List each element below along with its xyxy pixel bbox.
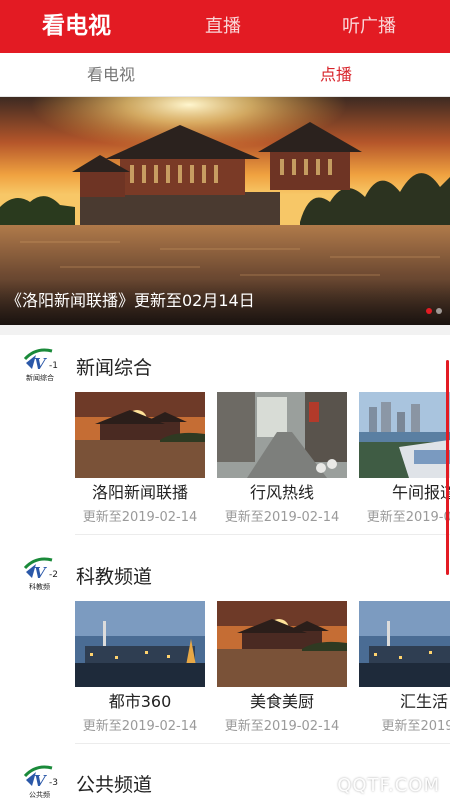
- top-tab-bar: 看电视 直播 听广播: [0, 0, 450, 53]
- tv1-logo-icon: V -1 新闻综合: [23, 348, 58, 382]
- program-date: 更新至2019-02-14: [82, 719, 198, 734]
- sub-tab-bar: 看电视 点播: [0, 53, 450, 97]
- svg-text:V: V: [34, 772, 47, 790]
- program-card[interactable]: 洛阳新闻联播 更新至2019-02-14: [75, 392, 205, 525]
- svg-text:-2: -2: [49, 570, 58, 580]
- program-thumbnail: [75, 392, 205, 478]
- tab-live[interactable]: 直播: [205, 0, 241, 53]
- watermark: QQTF.COM: [337, 775, 440, 796]
- svg-text:公共频: 公共频: [29, 790, 50, 799]
- program-title: 午间报道: [391, 483, 450, 502]
- program-title: 行风热线: [249, 483, 314, 502]
- program-list: 洛阳新闻联播 更新至2019-02-14 行风热线 更新至2019-02-14: [75, 392, 450, 532]
- program-date: 更新至2019-02-14: [366, 510, 450, 525]
- banner-caption: 《洛阳新闻联播》更新至02月14日: [6, 291, 255, 310]
- program-card[interactable]: 都市360 更新至2019-02-14: [75, 601, 205, 734]
- program-thumbnail: [217, 392, 347, 478]
- program-card[interactable]: 行风热线 更新至2019-02-14: [217, 392, 347, 525]
- svg-text:V: V: [34, 564, 47, 582]
- section-divider: [75, 534, 450, 535]
- channel-name: 科教频道: [76, 566, 153, 588]
- program-title: 洛阳新闻联播: [91, 483, 188, 502]
- section-divider: [75, 743, 450, 744]
- carousel-dot: [436, 308, 442, 314]
- carousel-indicator: [422, 299, 442, 318]
- channel-name: 公共频道: [76, 774, 153, 796]
- program-date: 更新至2019-02-14: [224, 719, 340, 734]
- channel-section-news: V -1 新闻综合 新闻综合 洛阳新闻联播 更新至2019-02-14 行风热线…: [0, 345, 450, 535]
- program-card[interactable]: 美食美厨 更新至2019-02-14: [217, 601, 347, 734]
- banner-carousel[interactable]: 《洛阳新闻联播》更新至02月14日: [0, 97, 450, 325]
- tab-radio[interactable]: 听广播: [342, 0, 396, 53]
- program-card[interactable]: 午间报道 更新至2019-02-14: [359, 392, 450, 525]
- svg-text:科教频: 科教频: [29, 582, 50, 591]
- svg-text:-1: -1: [49, 361, 58, 371]
- section-gap: [0, 325, 450, 335]
- program-card[interactable]: 汇生活 更新至2019-0: [359, 601, 450, 734]
- svg-text:新闻综合: 新闻综合: [26, 373, 54, 382]
- svg-text:-3: -3: [49, 778, 58, 788]
- program-title: 都市360: [108, 692, 172, 711]
- tab-watch-tv[interactable]: 看电视: [42, 0, 111, 53]
- program-thumbnail: [359, 392, 450, 478]
- channel-name: 新闻综合: [76, 357, 153, 379]
- program-title: 美食美厨: [249, 692, 314, 711]
- program-title: 汇生活: [399, 692, 448, 711]
- tv3-logo-icon: V -3 公共频: [23, 765, 58, 799]
- carousel-dot-active: [426, 308, 432, 314]
- program-date: 更新至2019-02-14: [224, 510, 340, 525]
- svg-text:V: V: [34, 355, 47, 373]
- subtab-on-demand[interactable]: 点播: [320, 53, 352, 97]
- program-thumbnail: [75, 601, 205, 687]
- tv2-logo-icon: V -2 科教频: [23, 557, 58, 591]
- channel-section-science: V -2 科教频 科教频道 都市360 更新至2019-02-14 美食美厨 更…: [0, 554, 450, 744]
- subtab-watch-tv[interactable]: 看电视: [87, 53, 135, 97]
- scrollbar[interactable]: [446, 360, 449, 575]
- program-date: 更新至2019-02-14: [82, 510, 198, 525]
- program-list: 都市360 更新至2019-02-14 美食美厨 更新至2019-02-14 汇…: [75, 601, 450, 741]
- program-thumbnail: [359, 601, 450, 687]
- program-date: 更新至2019-0: [381, 719, 450, 734]
- program-thumbnail: [217, 601, 347, 687]
